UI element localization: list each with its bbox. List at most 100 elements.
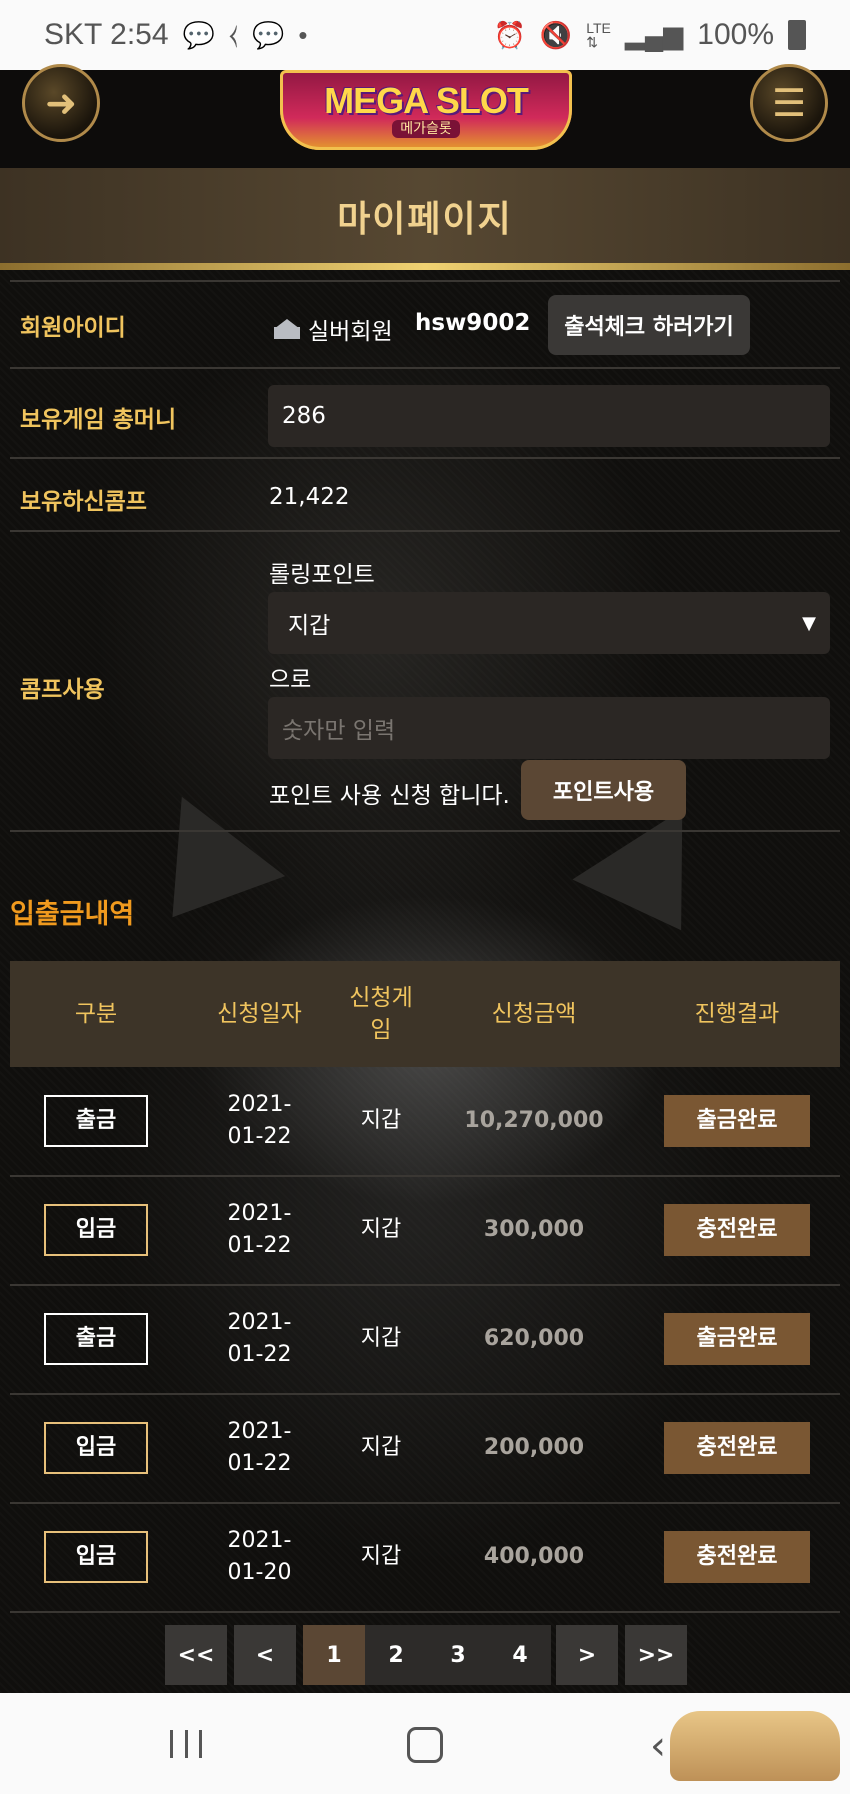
header-amount: 신청금액 — [491, 1001, 577, 1027]
crown-icon — [274, 319, 300, 339]
page-4-button[interactable]: 4 — [489, 1625, 551, 1685]
row-date-line1: 2021- — [227, 1092, 292, 1117]
back-icon[interactable]: ‹ — [650, 1723, 666, 1769]
row-amount: 400,000 — [483, 1544, 585, 1569]
talk-icon: 💬 — [252, 19, 285, 50]
row-game: 지갑 — [360, 1108, 402, 1133]
row-date-line2: 01-22 — [227, 1124, 292, 1149]
type-badge: 입금 — [44, 1204, 148, 1256]
page-1-button[interactable]: 1 — [303, 1625, 365, 1685]
row-status-badge: 충전완료 — [664, 1422, 810, 1474]
row-date: 2021- 01-22 — [172, 1285, 347, 1393]
history-row: 입금 2021- 01-22 지갑 300,000 충전완료 — [10, 1176, 840, 1286]
k-icon: ⧼ — [228, 19, 239, 49]
row-date-line1: 2021- — [227, 1201, 292, 1226]
divider — [10, 457, 840, 459]
home-icon[interactable] — [407, 1727, 443, 1763]
type-badge: 입금 — [44, 1531, 148, 1583]
game-money-value: 286 — [282, 403, 326, 429]
member-grade-text: 실버회원 — [308, 319, 393, 345]
page-first-button[interactable]: << — [165, 1625, 227, 1685]
page-3-button[interactable]: 3 — [427, 1625, 489, 1685]
row-game: 지갑 — [360, 1217, 402, 1242]
battery-icon — [788, 20, 806, 50]
rolling-point-label: 롤링포인트 — [269, 562, 375, 588]
history-row: 입금 2021- 01-22 지갑 200,000 충전완료 — [10, 1394, 840, 1504]
row-status-badge: 충전완료 — [664, 1531, 810, 1583]
history-section-title: 입출금내역 — [10, 899, 135, 930]
menu-icon: ☰ — [771, 81, 807, 125]
divider — [10, 367, 840, 369]
row-date-line2: 01-22 — [227, 1451, 292, 1476]
status-left: SKT 2:54 💬 ⧼ 💬 • — [44, 18, 308, 52]
carrier-time: SKT 2:54 — [44, 18, 169, 51]
title-divider — [0, 263, 850, 270]
header-date: 신청일자 — [217, 1001, 302, 1027]
row-amount: 620,000 — [483, 1326, 585, 1351]
row-date-line2: 01-22 — [227, 1342, 292, 1367]
divider — [10, 530, 840, 532]
row-date-line1: 2021- — [227, 1528, 292, 1553]
history-row: 입금 2021- 01-20 지갑 400,000 충전완료 — [10, 1503, 840, 1613]
row-date: 2021- 01-22 — [172, 1394, 347, 1502]
row-date-line2: 01-20 — [227, 1560, 292, 1585]
row-date-line1: 2021- — [227, 1419, 292, 1444]
header-type: 구분 — [74, 1001, 118, 1027]
to-label: 으로 — [269, 667, 312, 693]
page-next-button[interactable]: > — [556, 1625, 618, 1685]
page-last-button[interactable]: >> — [625, 1625, 687, 1685]
mute-icon: 🔇 — [539, 19, 573, 50]
page-prev-button[interactable]: < — [234, 1625, 296, 1685]
comp-label: 보유하신콤프 — [20, 489, 147, 515]
row-status-badge: 충전완료 — [664, 1204, 810, 1256]
member-id-label: 회원아이디 — [20, 315, 126, 341]
row-amount: 300,000 — [483, 1217, 585, 1242]
dropdown-arrow-icon: ▼ — [802, 612, 816, 634]
wallet-select[interactable]: 지갑 ▼ — [268, 592, 830, 654]
recent-apps-icon[interactable] — [170, 1730, 202, 1758]
row-amount: 200,000 — [483, 1435, 585, 1460]
page-2-button[interactable]: 2 — [365, 1625, 427, 1685]
point-request-text: 포인트 사용 신청 합니다. — [269, 783, 510, 809]
attendance-button[interactable]: 출석체크 하러가기 — [548, 295, 750, 355]
alarm-icon: ⏰ — [493, 19, 526, 50]
page-title-band: 마이페이지 — [0, 168, 850, 263]
won-talk-icon: 💬 — [182, 19, 215, 50]
comp-use-label: 콤프사용 — [20, 677, 105, 703]
dot-icon: • — [298, 19, 308, 50]
menu-button[interactable]: ☰ — [750, 64, 828, 142]
row-date: 2021- 01-22 — [172, 1067, 347, 1175]
status-bar: SKT 2:54 💬 ⧼ 💬 • ⏰ 🔇 LTE ⇅ ▂▄▆ 100% — [0, 0, 850, 70]
signal-icon: ▂▄▆ — [624, 19, 684, 50]
logo-subtext: 메가슬롯 — [392, 120, 460, 138]
row-game: 지갑 — [360, 1326, 402, 1351]
header-game: 신청게 임 — [328, 961, 434, 1067]
site-logo[interactable]: MEGA SLOT 메가슬롯 — [280, 70, 572, 150]
header-game-line1: 신청게 — [349, 985, 413, 1011]
point-amount-input[interactable]: 숫자만 입력 — [268, 697, 830, 759]
lte-icon: LTE ⇅ — [586, 20, 611, 50]
row-game: 지갑 — [360, 1435, 402, 1460]
system-nav-bar: ‹ — [0, 1693, 850, 1794]
comp-value: 21,422 — [269, 484, 350, 510]
member-grade: 실버회원 — [274, 312, 393, 346]
login-button[interactable]: ➜ — [22, 64, 100, 142]
floating-mascot-image[interactable] — [670, 1711, 840, 1781]
row-date: 2021- 01-20 — [172, 1503, 347, 1611]
history-table-header: 구분 신청일자 신청게 임 신청금액 진행결과 — [10, 961, 840, 1067]
row-status-badge: 출금완료 — [664, 1095, 810, 1147]
type-badge: 출금 — [44, 1313, 148, 1365]
battery-percent: 100% — [697, 18, 774, 51]
point-amount-placeholder: 숫자만 입력 — [282, 718, 396, 744]
site-header: ➜ MEGA SLOT 메가슬롯 ☰ — [0, 64, 850, 168]
logo-text: MEGA SLOT — [324, 80, 529, 121]
row-game: 지갑 — [360, 1544, 402, 1569]
page-title: 마이페이지 — [337, 198, 513, 240]
status-right: ⏰ 🔇 LTE ⇅ ▂▄▆ 100% — [493, 18, 806, 52]
history-row: 출금 2021- 01-22 지갑 10,270,000 출금완료 — [10, 1067, 840, 1177]
row-date: 2021- 01-22 — [172, 1176, 347, 1284]
row-date-line2: 01-22 — [227, 1233, 292, 1258]
row-status-badge: 출금완료 — [664, 1313, 810, 1365]
header-status: 진행결과 — [694, 1001, 780, 1027]
use-point-button[interactable]: 포인트사용 — [521, 760, 686, 820]
